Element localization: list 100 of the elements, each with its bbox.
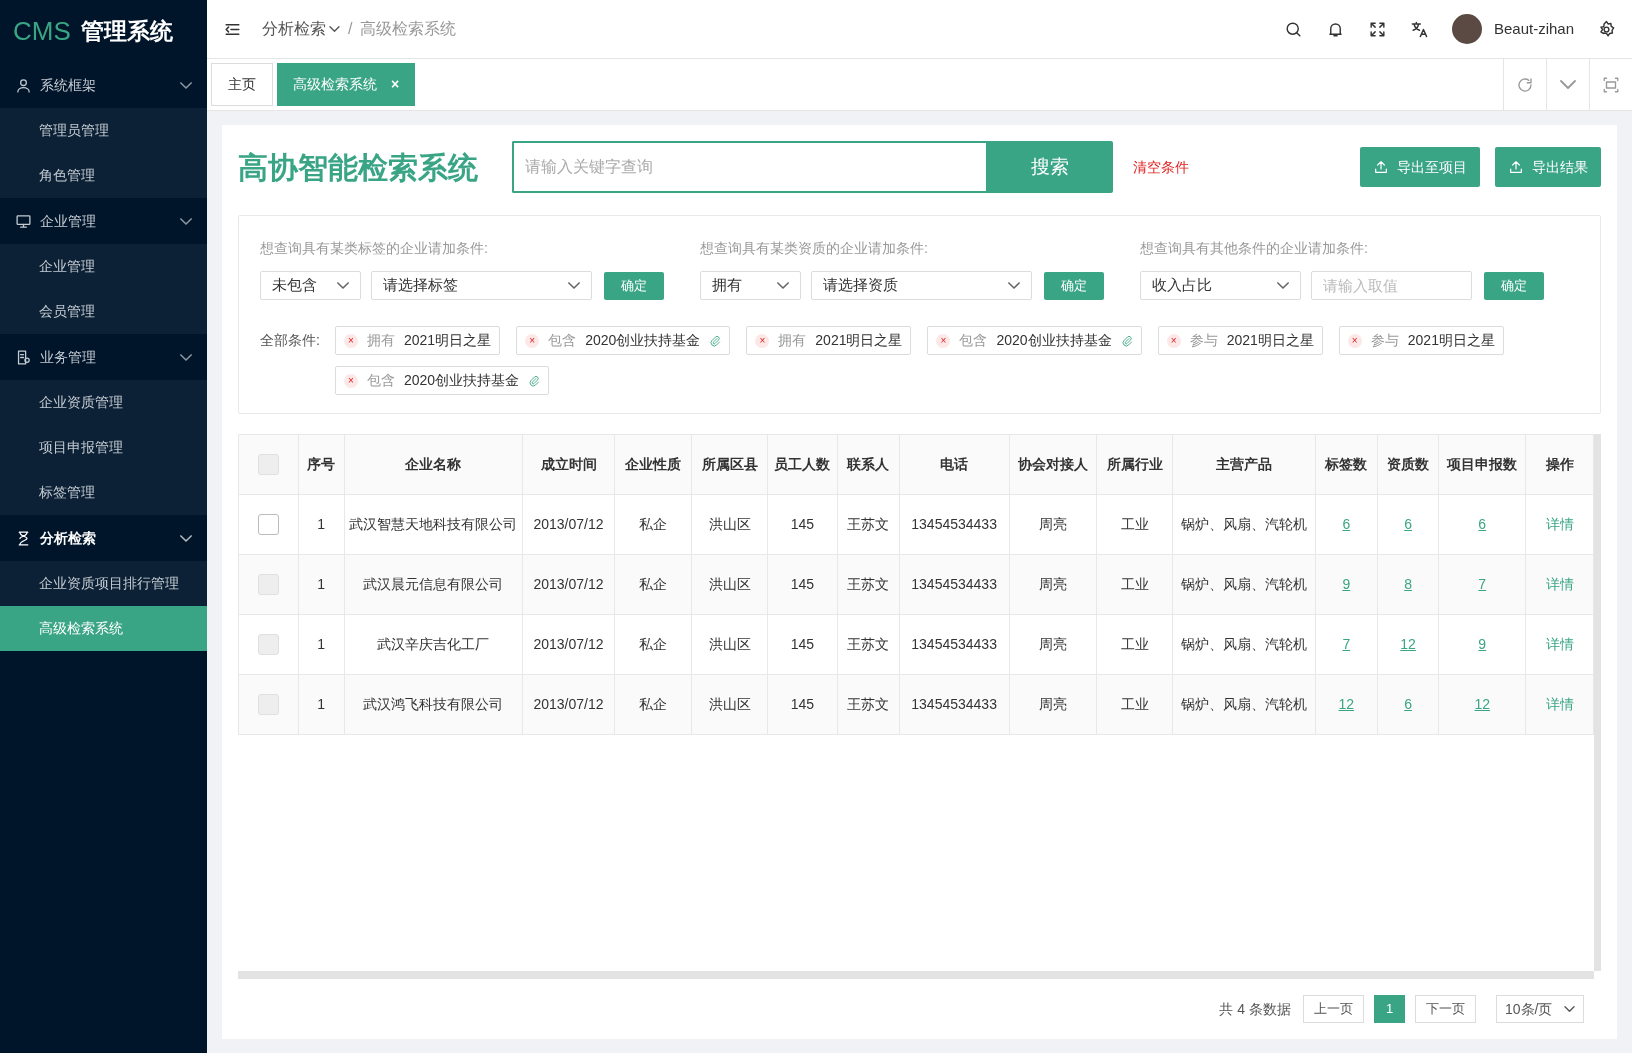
fullscreen-icon	[1368, 19, 1388, 39]
table-cell: 王苏文	[837, 554, 900, 615]
table-cell: 2013/07/12	[522, 554, 615, 615]
table-cell: 1	[298, 614, 345, 675]
fullscreen-button[interactable]	[1367, 19, 1388, 39]
table-cell: 1	[298, 674, 345, 735]
menu-item[interactable]: 企业资质项目排行管理	[0, 561, 207, 606]
menu-item[interactable]: 会员管理	[0, 289, 207, 334]
select-dropdown[interactable]: 请选择标签	[371, 271, 592, 300]
count-link[interactable]: 6	[1478, 516, 1487, 532]
previous-page-button[interactable]: 上一页	[1303, 995, 1364, 1023]
vertical-scrollbar[interactable]	[1594, 434, 1601, 971]
remove-condition-button[interactable]: ×	[344, 373, 358, 388]
select-dropdown[interactable]: 拥有	[700, 271, 801, 300]
page-size-select[interactable]: 10条/页	[1496, 995, 1584, 1023]
column-header: 企业名称	[344, 434, 523, 495]
column-header: 员工人数	[767, 434, 838, 495]
table-cell: 锅炉、风扇、汽轮机	[1172, 494, 1316, 555]
menu-group[interactable]: 业务管理	[0, 334, 207, 380]
table-cell: 周亮	[1009, 494, 1097, 555]
condition-value: 2020创业扶持基金	[996, 331, 1112, 350]
close-tab-button[interactable]: ×	[391, 74, 400, 95]
tab[interactable]: 主页	[211, 63, 273, 106]
table-cell: 锅炉、风扇、汽轮机	[1172, 614, 1316, 675]
avatar[interactable]	[1451, 14, 1482, 44]
breadcrumb-separator: /	[348, 19, 353, 39]
column-header: 项目申报数	[1438, 434, 1526, 495]
remove-condition-button[interactable]: ×	[755, 333, 770, 348]
table-cell: 1	[298, 554, 345, 615]
column-header: 成立时间	[522, 434, 615, 495]
user-name[interactable]: Beaut-zihan	[1493, 17, 1574, 41]
table-cell: 武汉智慧天地科技有限公司	[344, 494, 523, 555]
column-header: 所属行业	[1096, 434, 1173, 495]
table-cell: 工业	[1096, 494, 1173, 555]
confirm-button[interactable]: 确定	[604, 271, 664, 300]
table-cell: 私企	[614, 494, 692, 555]
column-header: 联系人	[837, 434, 900, 495]
select-dropdown[interactable]: 未包含	[260, 271, 361, 300]
translate-button[interactable]	[1409, 19, 1430, 39]
condition-value: 2021明日之星	[404, 331, 492, 350]
logo-title: 管理系统	[80, 16, 173, 46]
menu-item[interactable]: 角色管理	[0, 153, 207, 198]
export-results-button[interactable]: 导出结果	[1495, 147, 1601, 187]
conditions-label: 全部条件:	[260, 331, 321, 350]
menu-item[interactable]: 企业资质管理	[0, 380, 207, 425]
tab[interactable]: 高级检索系统 ×	[277, 63, 416, 106]
horizontal-scrollbar[interactable]	[238, 971, 1594, 979]
condition-value: 2020创业扶持基金	[585, 331, 701, 350]
total-count: 共 4 条数据	[1219, 999, 1291, 1019]
menu-item[interactable]: 高级检索系统	[0, 606, 207, 651]
remove-condition-button[interactable]: ×	[1347, 333, 1362, 348]
table-cell: 锅炉、风扇、汽轮机	[1172, 674, 1316, 735]
remove-condition-button[interactable]: ×	[1166, 333, 1181, 348]
menu-item[interactable]: 企业管理	[0, 244, 207, 289]
table-cell: 工业	[1096, 614, 1173, 675]
confirm-button[interactable]: 确定	[1044, 271, 1104, 300]
upload-icon	[1373, 159, 1389, 175]
menu-group[interactable]: 系统框架	[0, 62, 207, 108]
menu-group[interactable]: 分析检索	[0, 515, 207, 561]
checkbox[interactable]	[257, 514, 279, 536]
search-button[interactable]: 搜索	[986, 141, 1113, 193]
table-cell: 2013/07/12	[522, 614, 615, 675]
chevron-down-icon	[180, 534, 192, 542]
value-input[interactable]: 请输入取值	[1311, 271, 1472, 300]
table-cell: 私企	[614, 674, 692, 735]
table-cell: 王苏文	[837, 494, 900, 555]
filter-label: 想查询具有某类标签的企业请加条件:	[260, 239, 489, 258]
export-to-project-button[interactable]: 导出至项目	[1360, 147, 1480, 187]
condition-value: 2020创业扶持基金	[404, 371, 520, 390]
remove-condition-button[interactable]: ×	[936, 333, 951, 348]
table-cell: 工业	[1096, 674, 1173, 735]
column-header: 序号	[298, 434, 345, 495]
confirm-button[interactable]: 确定	[1484, 271, 1544, 300]
table-cell: 洪山区	[691, 674, 768, 735]
table-cell: 周亮	[1009, 554, 1097, 615]
menu-item[interactable]: 标签管理	[0, 470, 207, 515]
table-cell: 13454534433	[899, 674, 1010, 735]
breadcrumb-link[interactable]: 分析检索	[262, 17, 340, 41]
clear-conditions-link[interactable]: 清空条件	[1133, 156, 1189, 178]
column-header: 资质数	[1377, 434, 1439, 495]
menu-item[interactable]: 管理员管理	[0, 108, 207, 153]
count-link[interactable]: 6	[1342, 516, 1351, 532]
table-cell: 2013/07/12	[522, 494, 615, 555]
chevron-down-icon	[1277, 282, 1289, 289]
menu-item[interactable]: 项目申报管理	[0, 425, 207, 470]
table-cell: 洪山区	[691, 554, 768, 615]
table-cell: 145	[767, 554, 838, 615]
search-field[interactable]: 请输入关键字查询	[512, 141, 986, 193]
select-dropdown[interactable]: 请选择资质	[811, 271, 1032, 300]
remove-condition-button[interactable]: ×	[344, 333, 358, 348]
menu-group[interactable]: 企业管理	[0, 198, 207, 244]
select-dropdown[interactable]: 收入占比	[1140, 271, 1301, 300]
table-cell: 周亮	[1009, 614, 1097, 675]
details-link[interactable]: 详情	[1545, 516, 1574, 532]
next-page-button[interactable]: 下一页	[1415, 995, 1476, 1023]
chevron-down-icon	[1564, 1006, 1575, 1012]
count-link[interactable]: 6	[1404, 516, 1412, 532]
page-button[interactable]: 1	[1374, 995, 1405, 1023]
column-header: 主营产品	[1172, 434, 1316, 495]
remove-condition-button[interactable]: ×	[525, 333, 540, 348]
